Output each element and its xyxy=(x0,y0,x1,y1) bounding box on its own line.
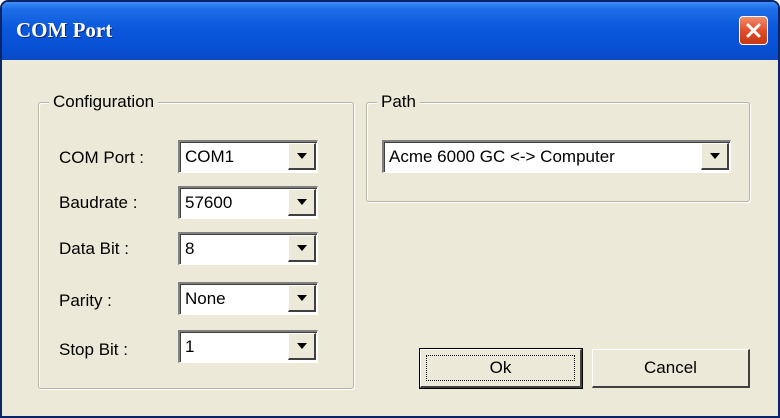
parity-label: Parity : xyxy=(59,291,112,310)
parity-select[interactable]: None xyxy=(178,282,318,315)
chevron-down-icon xyxy=(709,153,720,159)
title-bar[interactable]: COM Port xyxy=(2,2,778,60)
path-dropdown-button[interactable] xyxy=(701,143,729,170)
com-port-select[interactable]: COM1 xyxy=(178,140,318,173)
cancel-button[interactable]: Cancel xyxy=(592,349,750,388)
baudrate-label: Baudrate : xyxy=(59,193,138,212)
baudrate-value: 57600 xyxy=(185,193,233,212)
com-port-value: COM1 xyxy=(185,147,235,166)
path-value: Acme 6000 GC <-> Computer xyxy=(389,147,615,166)
configuration-legend: Configuration xyxy=(49,91,159,113)
data-bit-dropdown-button[interactable] xyxy=(288,235,316,262)
close-button[interactable] xyxy=(739,16,768,45)
chevron-down-icon xyxy=(296,245,307,251)
chevron-down-icon xyxy=(296,295,307,301)
chevron-down-icon xyxy=(296,199,307,205)
chevron-down-icon xyxy=(296,153,307,159)
data-bit-value: 8 xyxy=(185,239,195,258)
stop-bit-value: 1 xyxy=(185,337,195,356)
path-select[interactable]: Acme 6000 GC <-> Computer xyxy=(382,140,731,173)
focus-indicator xyxy=(426,355,575,381)
com-port-dropdown-button[interactable] xyxy=(288,143,316,170)
baudrate-select[interactable]: 57600 xyxy=(178,186,318,219)
window-title: COM Port xyxy=(16,18,113,42)
stop-bit-dropdown-button[interactable] xyxy=(288,333,316,360)
ok-button[interactable]: Ok xyxy=(419,348,583,389)
cancel-button-label: Cancel xyxy=(644,358,697,377)
chevron-down-icon xyxy=(296,343,307,349)
data-bit-select[interactable]: 8 xyxy=(178,232,318,265)
close-icon xyxy=(745,22,762,39)
stop-bit-label: Stop Bit : xyxy=(59,340,128,359)
com-port-dialog: COM Port Configuration COM Port : COM1 B… xyxy=(0,0,780,418)
parity-value: None xyxy=(185,289,226,308)
baudrate-dropdown-button[interactable] xyxy=(288,189,316,216)
parity-dropdown-button[interactable] xyxy=(288,285,316,312)
data-bit-label: Data Bit : xyxy=(59,239,129,258)
path-legend: Path xyxy=(377,91,420,113)
stop-bit-select[interactable]: 1 xyxy=(178,330,318,363)
com-port-label: COM Port : xyxy=(59,148,145,167)
